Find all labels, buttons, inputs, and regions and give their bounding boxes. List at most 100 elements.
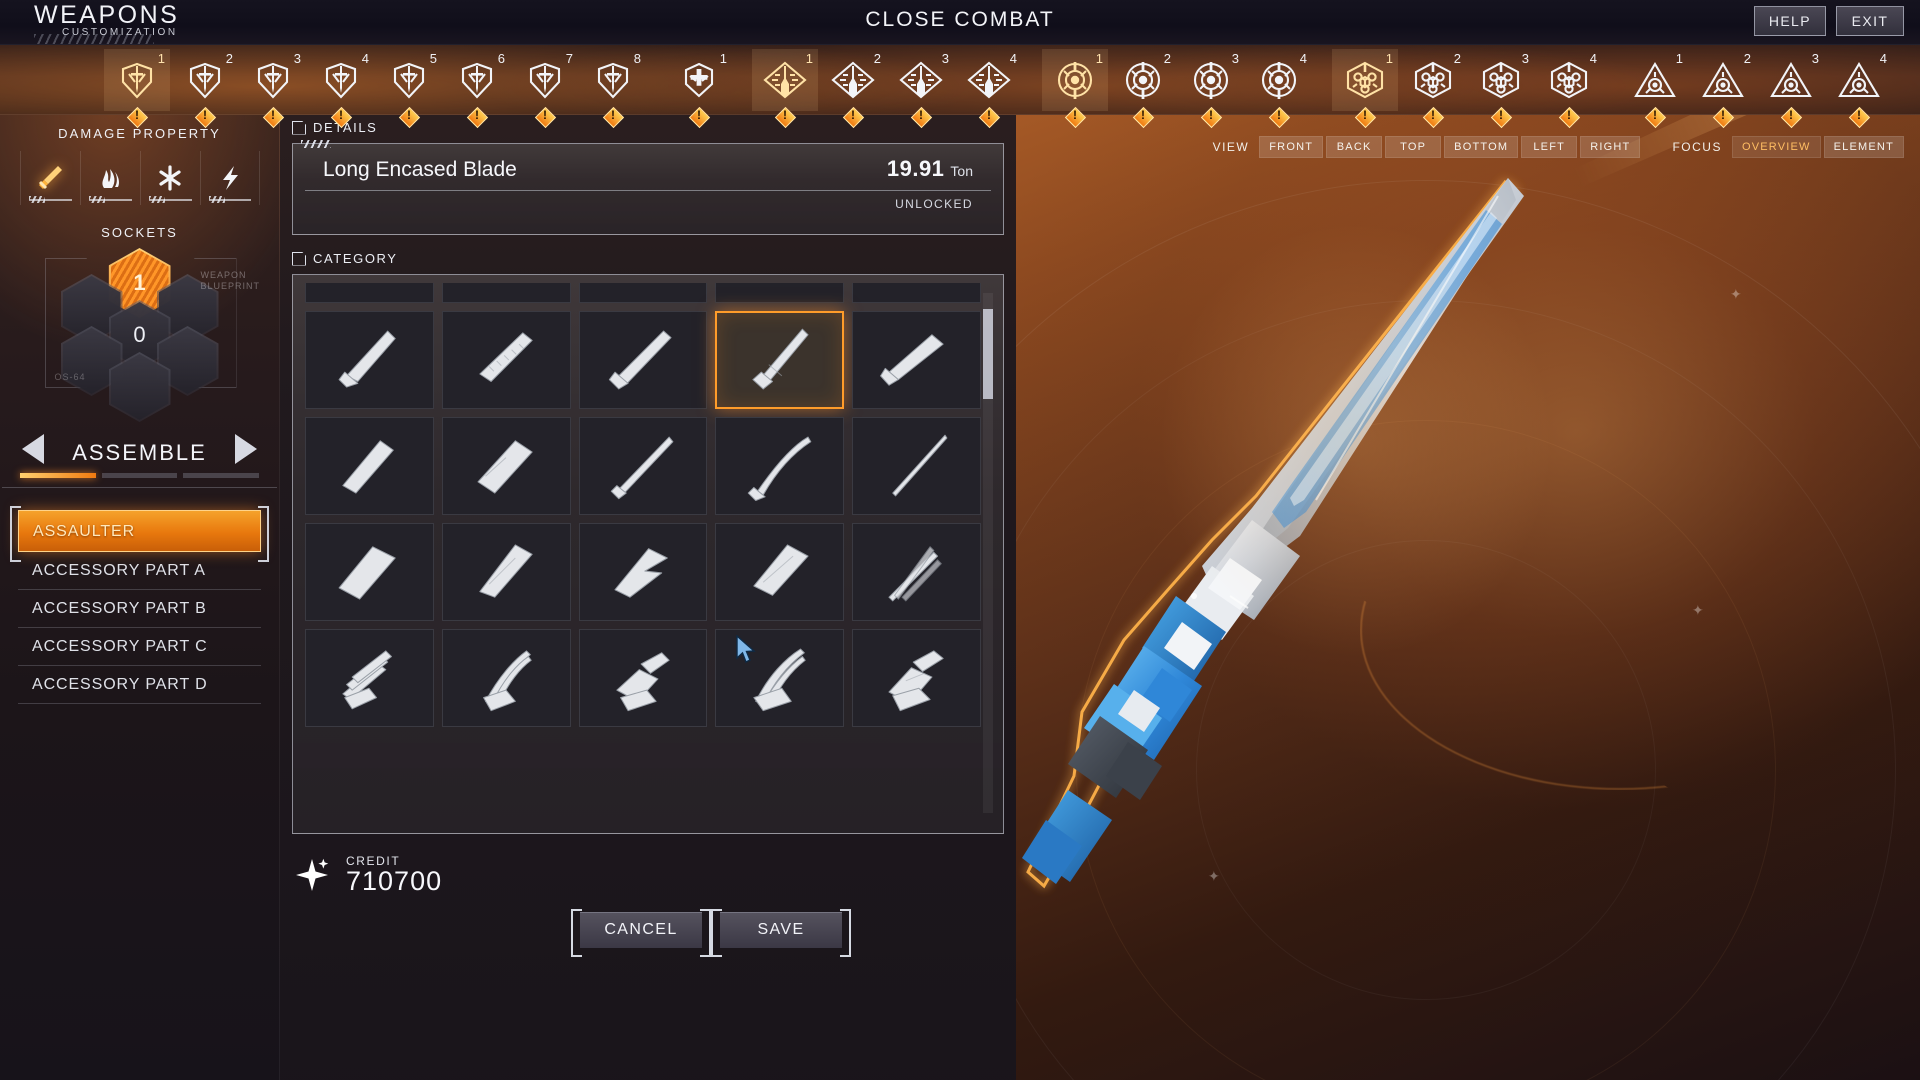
view-back-button[interactable]: BACK bbox=[1326, 136, 1383, 158]
weapon-slot-shield-cross-1[interactable]: 1! bbox=[666, 49, 732, 129]
category-item-blade-stub-b[interactable] bbox=[441, 283, 571, 303]
damage-type-sword[interactable] bbox=[19, 151, 80, 205]
details-header: DETAILS bbox=[292, 120, 1016, 135]
damage-bar bbox=[208, 196, 251, 203]
weapon-slot-triangle-alert-4[interactable]: 4! bbox=[1826, 49, 1892, 129]
category-item-heavy-slab[interactable] bbox=[441, 417, 571, 515]
weapon-slot-missile-diamond-2[interactable]: 2! bbox=[820, 49, 886, 129]
weapon-slot-target-circle-3[interactable]: 3! bbox=[1178, 49, 1244, 129]
slot-number: 3 bbox=[941, 51, 949, 66]
damage-type-fire[interactable] bbox=[79, 151, 140, 205]
weapon-slot-target-circle-1[interactable]: 1! bbox=[1042, 49, 1108, 129]
view-bottom-button[interactable]: BOTTOM bbox=[1444, 136, 1519, 158]
category-item-blade-stub-a[interactable] bbox=[305, 283, 434, 303]
weapon-slot-sword-shield-6[interactable]: 6! bbox=[444, 49, 510, 129]
damage-type-frost[interactable] bbox=[139, 151, 200, 205]
weapon-slot-sword-shield-4[interactable]: 4! bbox=[308, 49, 374, 129]
item-thumbnail bbox=[888, 546, 942, 602]
category-item-saw-blade[interactable] bbox=[441, 311, 571, 409]
assemble-segment-3[interactable] bbox=[183, 473, 260, 478]
weapon-slot-target-circle-4[interactable]: 4! bbox=[1246, 49, 1312, 129]
category-item-broad-blade[interactable] bbox=[715, 523, 845, 621]
weapon-slot-triangle-alert-3[interactable]: 3! bbox=[1758, 49, 1824, 129]
weapon-blueprint-label: WEAPON BLUEPRINT bbox=[201, 270, 263, 292]
weapon-slot-sword-shield-7[interactable]: 7! bbox=[512, 49, 578, 129]
category-item-blade-stub-d[interactable] bbox=[715, 283, 845, 303]
view-top-button[interactable]: TOP bbox=[1385, 136, 1442, 158]
category-item-long-encased-blade[interactable] bbox=[715, 311, 845, 409]
weapon-slot-sword-shield-3[interactable]: 3! bbox=[240, 49, 306, 129]
category-item-wide-cleaver[interactable] bbox=[305, 523, 434, 621]
damage-type-electric[interactable] bbox=[199, 151, 260, 205]
weapon-slot-triangle-alert-2[interactable]: 2! bbox=[1690, 49, 1756, 129]
weapon-3d-viewport[interactable]: ✦ ✦ ✦ bbox=[1016, 0, 1920, 1080]
weapon-slot-missile-diamond-3[interactable]: 3! bbox=[888, 49, 954, 129]
weapon-slot-target-circle-2[interactable]: 2! bbox=[1110, 49, 1176, 129]
weapon-slot-triangle-alert-1[interactable]: 1! bbox=[1622, 49, 1688, 129]
details-panel: Long Encased Blade 19.91 Ton UNLOCKED bbox=[292, 140, 1004, 235]
category-item-block-blade[interactable] bbox=[305, 417, 434, 515]
weapon-slot-missile-diamond-1[interactable]: 1! bbox=[752, 49, 818, 129]
category-item-armored-claw[interactable] bbox=[852, 629, 981, 727]
part-list-item-2[interactable]: ACCESSORY PART B bbox=[18, 590, 261, 628]
part-list-item-0[interactable]: ASSAULTER bbox=[10, 506, 269, 562]
weapon-slot-sword-shield-1[interactable]: 1! bbox=[104, 49, 170, 129]
weapon-slot-hex-core-2[interactable]: 2! bbox=[1400, 49, 1466, 129]
part-list-item-4[interactable]: ACCESSORY PART D bbox=[18, 666, 261, 704]
category-item-short-sword[interactable] bbox=[578, 311, 708, 409]
category-item-spear-tip[interactable] bbox=[852, 311, 981, 409]
category-item-blade-stub-e[interactable] bbox=[852, 283, 981, 303]
exit-button[interactable]: EXIT bbox=[1836, 6, 1904, 36]
focus-label: FOCUS bbox=[1672, 140, 1722, 154]
category-item-notched-blade[interactable] bbox=[578, 523, 708, 621]
view-left-button[interactable]: LEFT bbox=[1521, 136, 1578, 158]
category-scrollbar-thumb[interactable] bbox=[983, 309, 993, 399]
focus-element-button[interactable]: ELEMENT bbox=[1823, 136, 1904, 158]
slot-marker-exclaim: ! bbox=[1209, 108, 1213, 122]
part-list-item-label: ACCESSORY PART B bbox=[32, 600, 207, 617]
category-item-spike-cluster[interactable] bbox=[852, 523, 981, 621]
model-glow bbox=[1076, 130, 1636, 750]
help-button[interactable]: HELP bbox=[1753, 6, 1826, 36]
weapon-slot-sword-shield-8[interactable]: 8! bbox=[580, 49, 646, 129]
assemble-segment-1[interactable] bbox=[20, 473, 96, 478]
category-scroll-area[interactable] bbox=[301, 283, 995, 825]
weapon-slot-hex-core-3[interactable]: 3! bbox=[1468, 49, 1534, 129]
category-panel bbox=[292, 274, 1004, 834]
view-front-button[interactable]: FRONT bbox=[1259, 136, 1324, 158]
weapon-slot-sword-shield-2[interactable]: 2! bbox=[172, 49, 238, 129]
category-item-dagger-serrated[interactable] bbox=[305, 311, 434, 409]
part-list-item-3[interactable]: ACCESSORY PART C bbox=[18, 628, 261, 666]
assemble-prev-arrow[interactable] bbox=[22, 434, 44, 464]
view-label: VIEW bbox=[1212, 140, 1250, 154]
assemble-segment-2[interactable] bbox=[101, 473, 178, 478]
weapon-slot-missile-diamond-4[interactable]: 4! bbox=[956, 49, 1022, 129]
slot-number: 1 bbox=[805, 51, 813, 66]
credit-text: CREDIT 710700 bbox=[346, 854, 442, 897]
category-item-curved-sabre[interactable] bbox=[715, 417, 845, 515]
category-item-talon-claw[interactable] bbox=[441, 629, 571, 727]
slot-number: 8 bbox=[633, 51, 641, 66]
weapon-slot-sword-shield-5[interactable]: 5! bbox=[376, 49, 442, 129]
category-item-angled-blade[interactable] bbox=[441, 523, 571, 621]
damage-property-section: DAMAGE PROPERTY bbox=[0, 126, 279, 205]
category-item-claw-rack[interactable] bbox=[305, 629, 434, 727]
weapon-slot-hex-core-1[interactable]: 1! bbox=[1332, 49, 1398, 129]
slot-marker-exclaim: ! bbox=[339, 108, 343, 122]
category-item-gauntlet-claw[interactable] bbox=[578, 629, 708, 727]
assemble-next-arrow[interactable] bbox=[235, 434, 257, 464]
damage-bar bbox=[88, 196, 132, 203]
slot-marker-exclaim: ! bbox=[407, 108, 411, 122]
part-list-item-label: ACCESSORY PART C bbox=[32, 638, 208, 655]
category-item-blade-stub-c[interactable] bbox=[578, 283, 708, 303]
category-item-needle-rapier[interactable] bbox=[852, 417, 981, 515]
category-item-katana[interactable] bbox=[578, 417, 708, 515]
save-button[interactable]: SAVE bbox=[711, 909, 851, 957]
slot-marker-exclaim: ! bbox=[1141, 108, 1145, 122]
weapon-slot-hex-core-4[interactable]: 4! bbox=[1536, 49, 1602, 129]
part-list-item-1[interactable]: ACCESSORY PART A bbox=[18, 552, 261, 590]
focus-overview-button[interactable]: OVERVIEW bbox=[1731, 136, 1821, 158]
part-list-item-label: ACCESSORY PART A bbox=[32, 562, 206, 579]
cancel-button[interactable]: CANCEL bbox=[571, 909, 711, 957]
view-right-button[interactable]: RIGHT bbox=[1580, 136, 1641, 158]
